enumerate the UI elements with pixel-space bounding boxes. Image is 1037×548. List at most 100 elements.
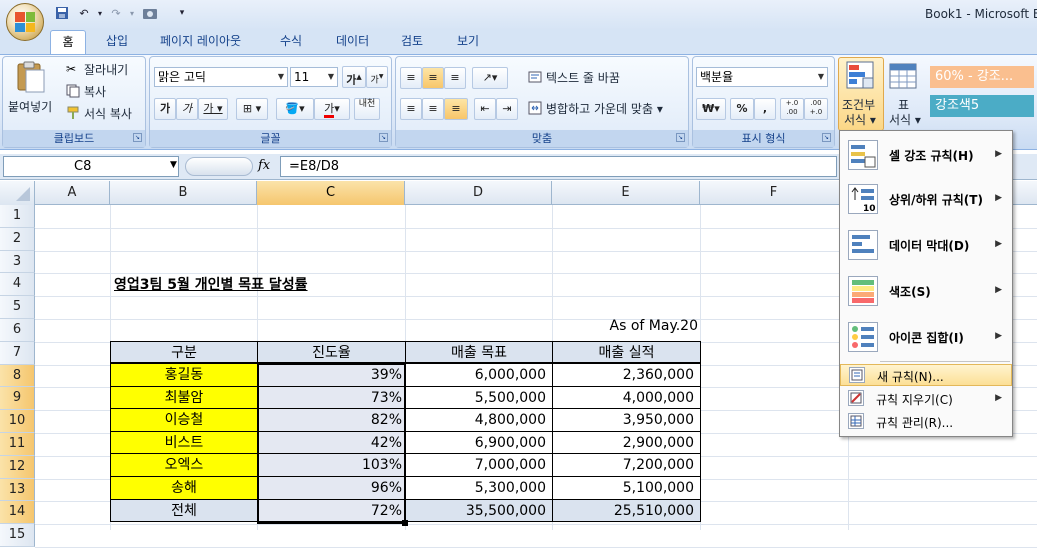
column-header-e[interactable]: E <box>552 181 700 205</box>
cell-target[interactable]: 6,900,000 <box>405 430 553 455</box>
cell-actual[interactable]: 2,900,000 <box>552 430 701 455</box>
tab-home[interactable]: 홈 <box>50 30 86 54</box>
format-as-table-label2[interactable]: 서식 ▾ <box>889 111 921 128</box>
comma-button[interactable]: , <box>754 98 776 120</box>
cell-style-accent5[interactable]: 강조색5 <box>930 95 1034 117</box>
wrap-text-button[interactable]: 텍스트 줄 바꿈 <box>546 69 620 86</box>
header-progress[interactable]: 진도율 <box>257 341 406 363</box>
row-header-15[interactable]: 15 <box>0 524 35 547</box>
row-header-6[interactable]: 6 <box>0 319 35 342</box>
row-header-2[interactable]: 2 <box>0 227 35 251</box>
insert-function-icon[interactable]: fx <box>258 158 270 173</box>
cell-target[interactable]: 5,300,000 <box>405 476 553 500</box>
row-header-12[interactable]: 12 <box>0 455 35 479</box>
row-header-4[interactable]: 4 <box>0 273 35 297</box>
grow-font-button[interactable]: 가▲ <box>342 66 366 88</box>
dialog-launcher-icon[interactable]: ↘ <box>822 133 831 142</box>
italic-button[interactable]: 가 <box>176 98 198 120</box>
cell-progress[interactable]: 39% <box>257 363 406 387</box>
menu-item-new-rule[interactable]: 새 규칙(N)... <box>840 364 1012 386</box>
formula-splitter[interactable] <box>185 157 253 176</box>
decrease-decimal-button[interactable]: .00 +.0 <box>804 98 828 120</box>
row-header-10[interactable]: 10 <box>0 410 35 433</box>
cell-name[interactable]: 홍길동 <box>110 363 258 387</box>
currency-button[interactable]: ₩▾ <box>696 98 726 120</box>
row-header-14[interactable]: 14 <box>0 501 35 525</box>
cell-name[interactable]: 송해 <box>110 476 258 500</box>
save-icon[interactable] <box>54 5 70 21</box>
align-top-button[interactable]: ≡ <box>400 67 422 89</box>
cell-actual[interactable]: 5,100,000 <box>552 476 701 500</box>
header-category[interactable]: 구분 <box>110 341 258 363</box>
paste-icon[interactable] <box>14 60 48 94</box>
column-header-f[interactable]: F <box>700 181 848 205</box>
cell-progress[interactable]: 42% <box>257 430 406 455</box>
cell-name[interactable]: 전체 <box>110 498 258 523</box>
menu-item-highlight-cells[interactable]: 셀 강조 규칙(H) ▶ <box>840 133 1012 177</box>
row-header-11[interactable]: 11 <box>0 433 35 456</box>
align-middle-button[interactable]: ≡ <box>422 67 444 89</box>
font-color-button[interactable]: 가▾ <box>314 98 350 120</box>
cell-target[interactable]: 7,000,000 <box>405 453 553 477</box>
chevron-down-icon[interactable]: ▼ <box>328 68 334 86</box>
camera-icon[interactable] <box>142 5 158 21</box>
tab-formulas[interactable]: 수식 <box>278 30 304 54</box>
copy-button[interactable]: 복사 <box>84 83 106 100</box>
menu-item-manage-rules[interactable]: 규칙 관리(R)... <box>840 411 1012 433</box>
name-box-dropdown-icon[interactable]: ▼ <box>170 160 177 170</box>
undo-dropdown-icon[interactable]: ▾ <box>92 5 108 21</box>
cell-style-60-accent[interactable]: 60% - 강조... <box>930 66 1034 88</box>
wrap-text-icon[interactable] <box>528 70 542 87</box>
undo-icon[interactable]: ↶ <box>76 5 92 21</box>
cell-name[interactable]: 최불암 <box>110 385 258 410</box>
copy-icon[interactable] <box>66 84 80 101</box>
percent-button[interactable]: % <box>730 98 754 120</box>
menu-item-color-scales[interactable]: 색조(S) ▶ <box>840 269 1012 313</box>
cell-target[interactable]: 4,800,000 <box>405 408 553 432</box>
paste-button[interactable]: 붙여넣기 <box>8 98 52 115</box>
dialog-launcher-icon[interactable]: ↘ <box>676 133 685 142</box>
shrink-font-button[interactable]: 가▼ <box>366 66 388 88</box>
decrease-indent-button[interactable]: ⇤ <box>474 98 496 120</box>
font-size-combo[interactable]: 11 ▼ <box>290 67 338 87</box>
underline-button[interactable]: 가 ▾ <box>198 98 228 120</box>
cut-icon[interactable]: ✂ <box>66 62 76 76</box>
column-header-b[interactable]: B <box>110 181 257 205</box>
number-format-combo[interactable]: 백분율 ▼ <box>696 67 828 87</box>
tab-data[interactable]: 데이터 <box>334 30 371 54</box>
cell-actual[interactable]: 7,200,000 <box>552 453 701 477</box>
merge-center-icon[interactable] <box>528 101 542 118</box>
cell-progress[interactable]: 82% <box>257 408 406 432</box>
menu-item-clear-rules[interactable]: 규칙 지우기(C) ▶ <box>840 388 1012 410</box>
align-right-button[interactable]: ≡ <box>444 98 468 120</box>
borders-button[interactable]: ⊞ ▾ <box>236 98 268 120</box>
sheet-title[interactable]: 영업3팀 5월 개인별 목표 달성률 <box>114 274 308 294</box>
select-all-button[interactable] <box>0 181 35 205</box>
office-button[interactable] <box>6 3 44 41</box>
orientation-button[interactable]: ↗▾ <box>472 67 508 89</box>
column-header-c[interactable]: C <box>257 181 405 205</box>
cut-button[interactable]: 잘라내기 <box>84 61 128 78</box>
tab-insert[interactable]: 삽입 <box>104 30 130 54</box>
chevron-down-icon[interactable]: ▼ <box>278 68 284 86</box>
column-header-d[interactable]: D <box>405 181 552 205</box>
font-name-combo[interactable]: 맑은 고딕 ▼ <box>154 67 288 87</box>
align-center-button[interactable]: ≡ <box>422 98 444 120</box>
tab-review[interactable]: 검토 <box>399 30 425 54</box>
format-painter-button[interactable]: 서식 복사 <box>84 105 132 122</box>
fill-color-button[interactable]: 🪣▾ <box>276 98 314 120</box>
cell-name[interactable]: 오엑스 <box>110 453 258 477</box>
align-bottom-button[interactable]: ≡ <box>444 67 466 89</box>
menu-item-top-bottom[interactable]: 10 상위/하위 규칙(T) ▶ <box>840 177 1012 221</box>
row-header-3[interactable]: 3 <box>0 250 35 274</box>
name-box[interactable]: C8 <box>3 156 179 177</box>
as-of-date[interactable]: As of May.20 <box>552 318 698 334</box>
header-sales-target[interactable]: 매출 목표 <box>405 341 553 363</box>
customize-qat-icon[interactable]: ▾ <box>174 5 190 21</box>
row-header-5[interactable]: 5 <box>0 296 35 319</box>
cell-target[interactable]: 35,500,000 <box>405 498 553 523</box>
increase-indent-button[interactable]: ⇥ <box>496 98 518 120</box>
redo-icon[interactable]: ↷ <box>108 5 124 21</box>
phonetic-button[interactable]: 내천 <box>354 98 380 120</box>
tab-page-layout[interactable]: 페이지 레이아웃 <box>158 30 243 54</box>
